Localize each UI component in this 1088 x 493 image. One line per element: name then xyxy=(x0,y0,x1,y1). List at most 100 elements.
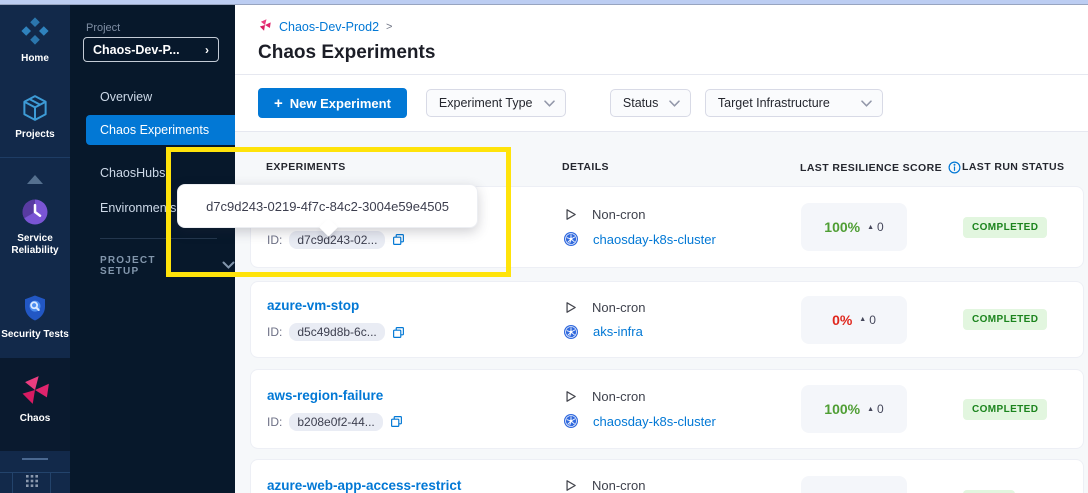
grid-icon xyxy=(26,474,38,492)
sidebar-item-security-tests[interactable]: Security Tests xyxy=(0,293,70,341)
score-value: 100% xyxy=(824,401,860,417)
experiment-id-chip: b208e0f2-44... xyxy=(289,413,382,431)
resilience-score-cell: 0% ▲0 xyxy=(801,282,947,357)
column-header-experiments: EXPERIMENTS xyxy=(266,161,346,173)
status-badge: COMPLETED xyxy=(963,399,1047,420)
id-label: ID: xyxy=(267,233,282,247)
column-header-details: DETAILS xyxy=(562,161,609,173)
table-row[interactable]: azure-vm-stop ID: d5c49d8b-6c... Non-cro… xyxy=(250,281,1084,358)
chevron-down-icon xyxy=(861,100,872,107)
sidebar-item-overview[interactable]: Overview xyxy=(100,90,152,104)
resilience-score-cell xyxy=(801,460,947,493)
play-icon xyxy=(563,389,578,404)
filter-status[interactable]: Status xyxy=(610,89,691,117)
infrastructure-link[interactable]: chaosday-k8s-cluster xyxy=(593,414,716,429)
project-setup-label: PROJECT SETUP xyxy=(100,255,196,277)
resilience-score-box: 100% ▲0 xyxy=(801,385,907,433)
experiment-name-link[interactable]: azure-vm-stop xyxy=(267,298,563,314)
kubernetes-icon xyxy=(563,231,579,247)
triangle-up-icon: ▲ xyxy=(867,224,874,231)
triangle-up-icon: ▲ xyxy=(859,316,866,323)
experiment-id-line: ID: b208e0f2-44... xyxy=(267,413,563,431)
filter-experiment-type[interactable]: Experiment Type xyxy=(426,89,566,117)
sidebar-item-label: Security Tests xyxy=(1,329,69,341)
sidebar-item-label: Service Reliability xyxy=(4,233,66,257)
experiment-id-tooltip: d7c9d243-0219-4f7c-84c2-3004e59e4505 xyxy=(177,184,478,228)
sidebar-item-projects[interactable]: Projects xyxy=(0,93,70,141)
browser-sharing-strip xyxy=(0,0,1088,5)
sidebar-item-label: Chaos xyxy=(20,413,51,425)
sidebar-item-home[interactable]: Home xyxy=(0,15,70,65)
toolbar: + New Experiment Experiment Type Status … xyxy=(235,75,1088,132)
triangle-up-icon: ▲ xyxy=(867,406,874,413)
service-reliability-icon xyxy=(20,197,50,227)
rail-footer xyxy=(0,472,70,493)
sidebar-item-service-reliability[interactable]: Service Reliability xyxy=(0,197,70,257)
infrastructure-link[interactable]: chaosday-k8s-cluster xyxy=(593,232,716,247)
schedule-type: Non-cron xyxy=(592,389,645,404)
module-rail: Home Projects Service Reliability xyxy=(0,5,70,493)
score-delta: ▲0 xyxy=(859,313,876,327)
id-label: ID: xyxy=(267,325,282,339)
page-title: Chaos Experiments xyxy=(258,42,1088,64)
plus-icon: + xyxy=(274,95,283,112)
chevron-down-icon xyxy=(669,100,680,107)
score-value: 100% xyxy=(824,219,860,235)
breadcrumb-chevron: > xyxy=(386,21,392,33)
project-label: Project xyxy=(86,22,120,34)
project-selector[interactable]: Chaos-Dev-P... › xyxy=(83,37,219,62)
project-selector-value: Chaos-Dev-P... xyxy=(93,43,180,57)
run-status-cell: COMPLETED xyxy=(947,187,1083,267)
experiment-name-link[interactable]: aws-region-failure xyxy=(267,388,563,404)
id-label: ID: xyxy=(267,415,282,429)
experiment-name-link[interactable]: azure-web-app-access-restrict xyxy=(267,478,563,493)
copy-icon[interactable] xyxy=(392,326,405,339)
sidebar-item-chaoshubs[interactable]: ChaosHubs xyxy=(100,166,165,180)
copy-icon[interactable] xyxy=(390,415,403,428)
experiment-id-chip: d7c9d243-02... xyxy=(289,231,385,249)
score-delta: ▲0 xyxy=(867,220,884,234)
home-icon xyxy=(19,15,51,47)
breadcrumb-project-link[interactable]: Chaos-Dev-Prod2 xyxy=(279,20,379,34)
details-cell: Non-cron chaosday-k8s-cluster xyxy=(563,370,801,448)
run-status-cell: COMPLETED xyxy=(947,282,1083,357)
score-value: 0% xyxy=(832,312,852,328)
experiments-cell: aws-region-failure ID: b208e0f2-44... xyxy=(267,370,563,448)
kubernetes-icon xyxy=(563,413,579,429)
column-header-last-run-status: LAST RUN STATUS xyxy=(962,161,1064,173)
chaos-experiments-screen: Home Projects Service Reliability xyxy=(0,0,1088,493)
chevron-right-icon: › xyxy=(205,43,209,57)
new-experiment-button[interactable]: + New Experiment xyxy=(258,88,407,118)
table-row[interactable]: aws-region-failure ID: b208e0f2-44... No… xyxy=(250,369,1084,449)
project-setup-section[interactable]: PROJECT SETUP xyxy=(100,255,235,277)
sidebar-item-chaos[interactable]: Chaos xyxy=(0,373,70,425)
experiments-cell: azure-vm-stop ID: d5c49d8b-6c... xyxy=(267,282,563,357)
sidebar-item-environments[interactable]: Environments xyxy=(100,201,176,215)
play-icon xyxy=(563,478,578,493)
security-tests-icon xyxy=(20,293,50,323)
module-picker-button[interactable] xyxy=(12,473,51,493)
info-icon[interactable] xyxy=(948,161,961,174)
breadcrumb: Chaos-Dev-Prod2 > xyxy=(235,5,1088,35)
schedule-type: Non-cron xyxy=(592,300,645,315)
filter-label: Status xyxy=(623,96,658,110)
chevron-down-icon xyxy=(222,261,235,272)
filter-target-infrastructure[interactable]: Target Infrastructure xyxy=(705,89,883,117)
infrastructure-link[interactable]: aks-infra xyxy=(593,324,643,339)
table-row[interactable]: azure-web-app-access-restrict Non-cron xyxy=(250,459,1084,493)
rail-divider xyxy=(0,157,70,158)
projects-icon xyxy=(20,93,50,123)
new-experiment-label: New Experiment xyxy=(290,96,391,111)
copy-icon[interactable] xyxy=(392,233,405,246)
run-status-cell xyxy=(947,460,1083,493)
rail-collapse-divider xyxy=(22,458,48,460)
tooltip-text: d7c9d243-0219-4f7c-84c2-3004e59e4505 xyxy=(206,199,449,214)
page-header: Chaos-Dev-Prod2 > Chaos Experiments xyxy=(235,5,1088,75)
sidebar-item-chaos-experiments[interactable]: Chaos Experiments xyxy=(86,115,235,145)
chevron-down-icon xyxy=(544,100,555,107)
experiment-id-line: ID: d7c9d243-02... xyxy=(267,231,563,249)
filter-label: Target Infrastructure xyxy=(718,96,830,110)
resilience-score-box: 100% ▲0 xyxy=(801,203,907,251)
details-cell: Non-cron chaosday-k8s-cluster xyxy=(563,187,801,267)
scroll-up-icon[interactable] xyxy=(27,175,43,184)
